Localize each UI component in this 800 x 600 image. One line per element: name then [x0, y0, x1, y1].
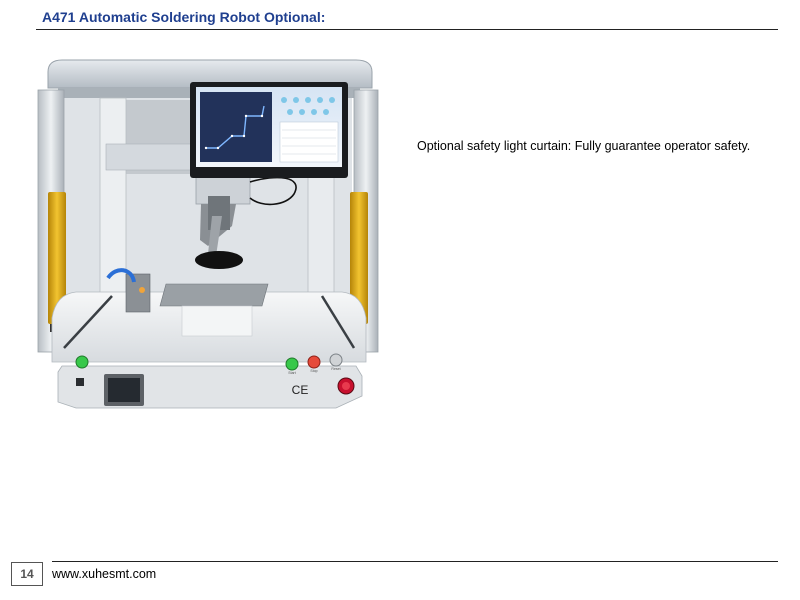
- stop-label: Stop: [310, 369, 317, 373]
- reset-label: Reset: [331, 367, 340, 371]
- website-link[interactable]: www.xuhesmt.com: [52, 567, 156, 581]
- start-label: Start: [288, 371, 295, 375]
- title-divider: [36, 29, 778, 30]
- ce-mark: CE: [292, 383, 309, 397]
- product-photo: Start Stop Reset CE: [36, 56, 382, 416]
- feature-description: Optional safety light curtain: Fully gua…: [417, 139, 751, 153]
- page-title: A471 Automatic Soldering Robot Optional:: [42, 9, 326, 25]
- page-number: 14: [11, 562, 43, 586]
- footer-divider: [52, 561, 778, 562]
